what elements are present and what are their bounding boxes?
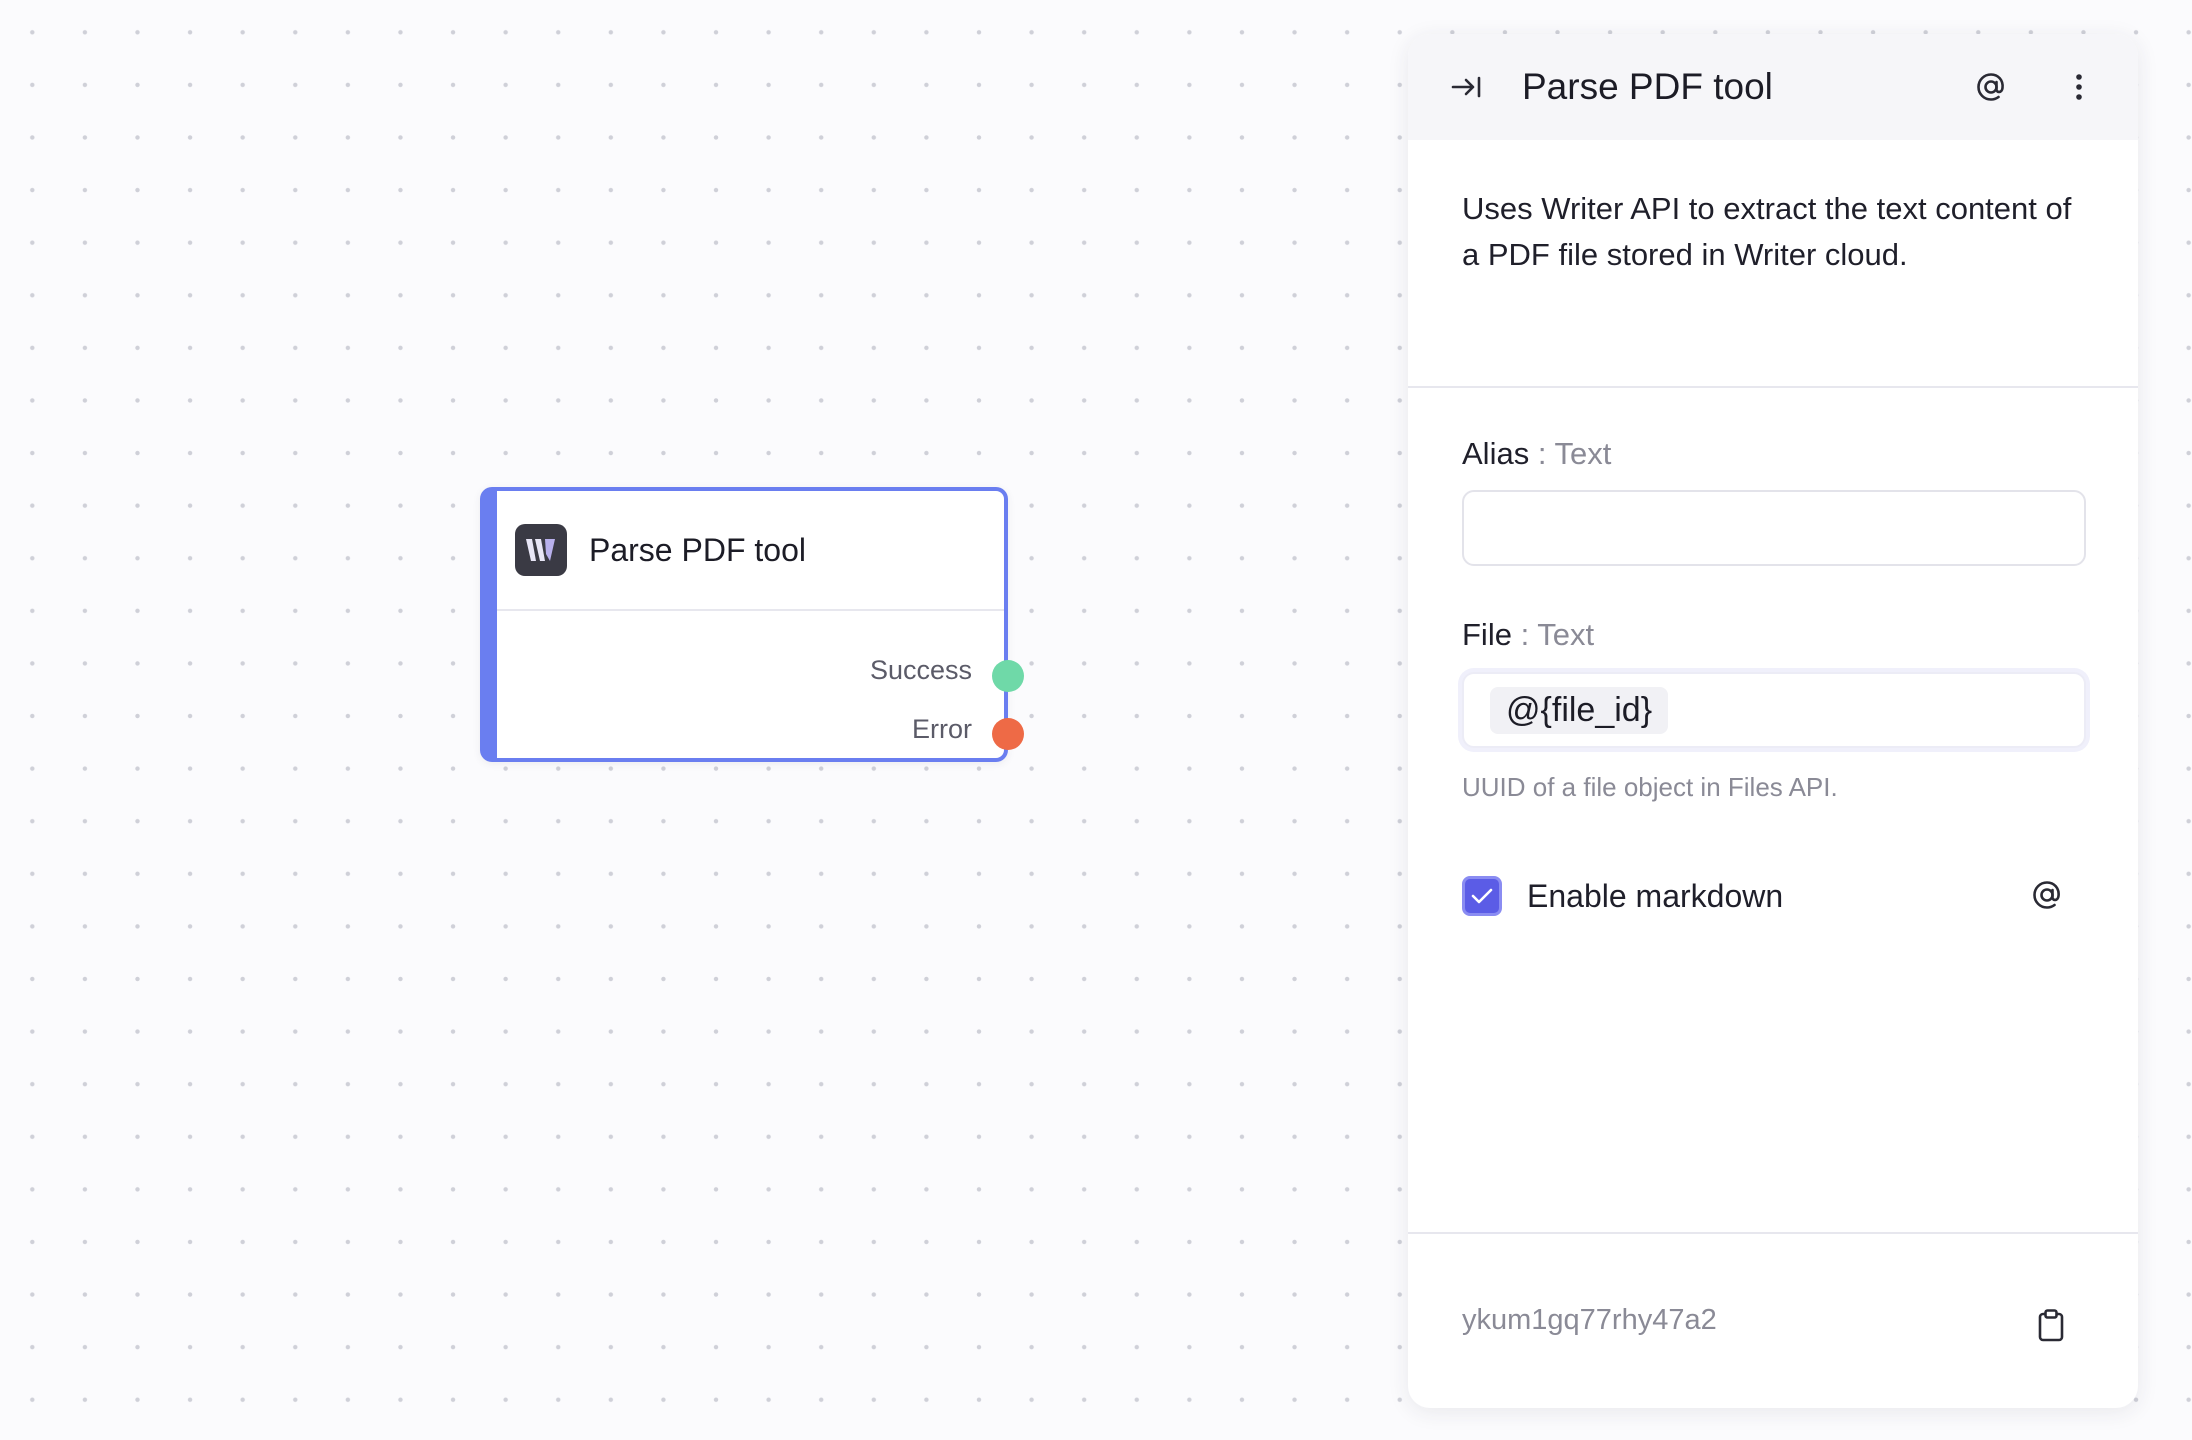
writer-logo-icon: [515, 524, 567, 576]
output-label-success: Success: [869, 655, 972, 685]
alias-type: Text: [1554, 436, 1612, 471]
component-id: ykum1gq77rhy47a2: [1462, 1304, 1717, 1336]
file-id-token: @{file_id}: [1490, 686, 1669, 734]
at-icon[interactable]: [1970, 66, 2012, 108]
file-type: Text: [1537, 617, 1595, 652]
output-port-error[interactable]: [992, 718, 1024, 750]
node-title: Parse PDF tool: [589, 531, 806, 568]
node-outputs: Success Error: [497, 611, 1024, 758]
file-input[interactable]: @{file_id}: [1462, 672, 2086, 748]
alias-label: Alias: [1462, 436, 1530, 471]
more-vertical-icon[interactable]: [2058, 66, 2100, 108]
file-help-text: UUID of a file object in Files API.: [1462, 772, 1838, 802]
panel-footer: ykum1gq77rhy47a2: [1408, 1232, 2138, 1408]
panel-title: Parse PDF tool: [1522, 66, 1773, 107]
panel-header: Parse PDF tool: [1408, 34, 2138, 140]
node-header: Parse PDF tool: [497, 491, 1004, 611]
file-label: File: [1462, 617, 1512, 652]
at-icon[interactable]: [2026, 874, 2068, 916]
alias-input[interactable]: [1462, 490, 2086, 566]
enable-markdown-checkbox[interactable]: [1462, 876, 1502, 916]
panel-description: Uses Writer API to extract the text cont…: [1408, 140, 2138, 388]
enable-markdown-label: Enable markdown: [1527, 878, 1784, 914]
collapse-panel-icon[interactable]: [1446, 66, 1488, 108]
settings-panel: Parse PDF tool Uses Writer API to extrac…: [1408, 34, 2138, 1408]
file-field-label: File : Text: [1462, 617, 1595, 652]
alias-field-label: Alias : Text: [1462, 436, 1612, 471]
output-port-success[interactable]: [992, 660, 1024, 692]
clipboard-icon[interactable]: [2030, 1304, 2072, 1346]
workflow-node[interactable]: Parse PDF tool Success Error: [480, 487, 1024, 762]
output-label-error: Error: [912, 714, 972, 744]
